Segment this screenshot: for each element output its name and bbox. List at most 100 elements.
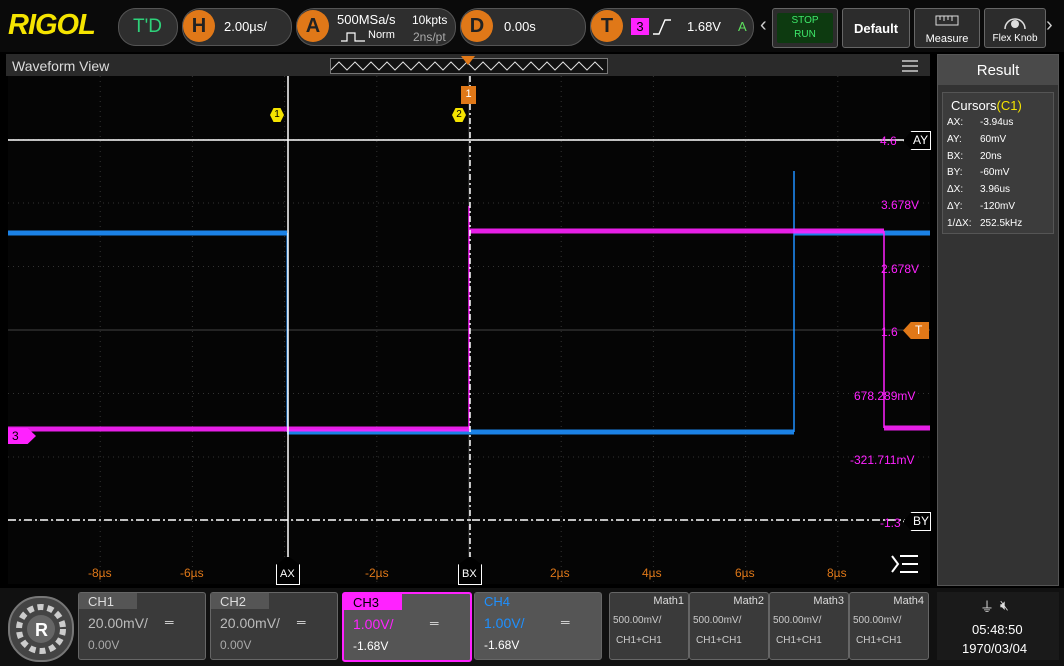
math-expression: CH1+CH1 xyxy=(856,635,902,646)
clock-time: 05:48:50 xyxy=(972,622,1023,637)
time-label-6: 8µs xyxy=(827,566,847,580)
math-expression: CH1+CH1 xyxy=(776,635,822,646)
clock-date: 1970/03/04 xyxy=(962,641,1028,656)
home-gear-icon[interactable]: R xyxy=(8,596,74,662)
ay-value: 4.6 xyxy=(880,134,897,148)
time-label-0: -8µs xyxy=(88,566,112,580)
channel-scale: 1.00V/ xyxy=(353,616,394,632)
cursors-result-card[interactable] xyxy=(942,92,1054,234)
result-value: -120mV xyxy=(980,201,1016,212)
time-label-3: 2µs xyxy=(550,566,570,580)
cursors-title-text: Cursors xyxy=(951,98,997,113)
knob-icon xyxy=(1001,12,1029,30)
trigger-level-value: 1.6 xyxy=(881,325,898,339)
math-expression: CH1+CH1 xyxy=(696,635,742,646)
run-label: RUN xyxy=(794,29,816,40)
volt-label-2: 678.289mV xyxy=(854,389,916,403)
math-name: Math2 xyxy=(733,595,764,607)
channel-1-box[interactable]: CH1 20.00mV/0.00V ═ xyxy=(78,592,206,660)
time-per-point: 2ns/pt xyxy=(413,30,446,44)
volt-label-0: 3.678V xyxy=(881,198,920,212)
result-value: 252.5kHz xyxy=(980,217,1023,229)
trigger-position-marker xyxy=(461,56,475,65)
trigger-mode-label: T'D xyxy=(133,16,162,37)
waveform-grid[interactable] xyxy=(8,76,930,584)
channel-scale: 1.00V/ xyxy=(484,615,525,631)
time-label-2: -2µs xyxy=(365,566,389,580)
flex-knob-button[interactable]: Flex Knob xyxy=(984,8,1046,48)
math-scale: 500.00mV/ xyxy=(693,615,742,626)
math-3-box[interactable]: Math3 500.00mV/CH1+CH1 xyxy=(769,592,849,660)
dc-coupling-icon: ═ xyxy=(297,615,306,629)
mute-icon[interactable]: 🔇︎ xyxy=(1000,597,1009,614)
measure-button[interactable]: Measure xyxy=(914,8,980,48)
result-key: AX: xyxy=(947,117,964,128)
measure-label: Measure xyxy=(925,33,969,45)
horizontal-icon: H xyxy=(183,10,215,42)
trigger-level: 1.68V xyxy=(687,19,721,34)
acquire-mode: Norm xyxy=(368,29,395,41)
channel-2-box[interactable]: CH2 20.00mV/0.00V ═ xyxy=(210,592,338,660)
time-label-1: -6µs xyxy=(180,566,204,580)
delay-value: 0.00s xyxy=(504,19,536,34)
result-key: BX: xyxy=(947,150,964,162)
result-value: 3.96us xyxy=(980,184,1011,196)
stop-label: STOP xyxy=(791,15,819,26)
math-scale: 500.00mV/ xyxy=(613,615,662,626)
channel-name: CH2 xyxy=(220,594,247,609)
math-scale: 500.00mV/ xyxy=(853,615,902,626)
channel-offset: -1.68V xyxy=(484,638,520,652)
result-key: 1/ΔX: xyxy=(947,217,972,229)
cursor-bx-label: BX xyxy=(462,568,477,580)
timebase-value: 2.00µs/ xyxy=(224,19,267,34)
channel-offset: 0.00V xyxy=(88,638,120,652)
trigger-channel-badge: 3 xyxy=(631,18,649,35)
channel-scale: 20.00mV/ xyxy=(220,615,280,631)
dc-coupling-icon: ═ xyxy=(165,615,174,629)
flex-knob-label: Flex Knob xyxy=(992,33,1038,44)
math-name: Math3 xyxy=(813,595,844,607)
channel-offset: 0.00V xyxy=(220,638,252,652)
channel-4-box[interactable]: CH4 1.00V/ -1.68V ═ xyxy=(474,592,602,660)
math-name: Math4 xyxy=(893,595,924,607)
memory-depth: 10kpts xyxy=(412,13,448,27)
default-button[interactable]: Default xyxy=(842,8,910,48)
result-key: ΔX: xyxy=(947,184,964,196)
trigger-status: A xyxy=(738,19,747,34)
math-1-box[interactable]: Math1 500.00mV/CH1+CH1 xyxy=(609,592,689,660)
result-value: -60mV xyxy=(980,167,1010,179)
ch3-marker-label: 3 xyxy=(12,429,19,443)
math-2-box[interactable]: Math2 500.00mV/CH1+CH1 xyxy=(689,592,769,660)
rigol-logo: RIGOL xyxy=(8,9,96,41)
cursor-ay-label: AY xyxy=(913,133,929,147)
delay-icon: D xyxy=(461,10,493,42)
result-key: ΔY: xyxy=(947,201,963,212)
chevron-left-icon[interactable]: ‹ xyxy=(760,14,767,37)
default-label: Default xyxy=(853,21,899,36)
math-scale: 500.00mV/ xyxy=(773,615,822,626)
usb-icon: ⏚ xyxy=(980,599,994,615)
chevron-right-icon[interactable]: › xyxy=(1046,14,1053,37)
result-title: Result xyxy=(976,62,1020,79)
pulse-mode-icon xyxy=(341,29,365,42)
ch3-waveform xyxy=(8,206,930,432)
result-value: 20ns xyxy=(980,150,1002,162)
collapse-menu-icon[interactable] xyxy=(890,552,920,576)
channel-3-box[interactable]: CH3 1.00V/ -1.68V ═ xyxy=(342,592,472,662)
math-name: Math1 xyxy=(653,595,684,607)
stop-run-button[interactable]: STOP RUN xyxy=(772,8,838,48)
menu-icon[interactable] xyxy=(902,59,918,72)
channel-name: CH3 xyxy=(353,595,380,610)
trigger-mode-button[interactable]: T'D xyxy=(118,8,178,46)
cursors-title: Cursors(C1) xyxy=(951,98,1022,113)
math-4-box[interactable]: Math4 500.00mV/CH1+CH1 xyxy=(849,592,929,660)
ruler-icon xyxy=(935,12,959,28)
trigger-time-marker[interactable]: 1 xyxy=(461,86,476,104)
rising-edge-icon xyxy=(652,18,672,36)
dc-coupling-icon: ═ xyxy=(430,616,439,630)
trigger-icon: T xyxy=(591,10,623,42)
volt-label-3: -321.711mV xyxy=(850,453,915,467)
volt-label-1: 2.678V xyxy=(881,262,920,276)
svg-text:R: R xyxy=(35,620,48,640)
result-key: AY: xyxy=(947,133,962,145)
